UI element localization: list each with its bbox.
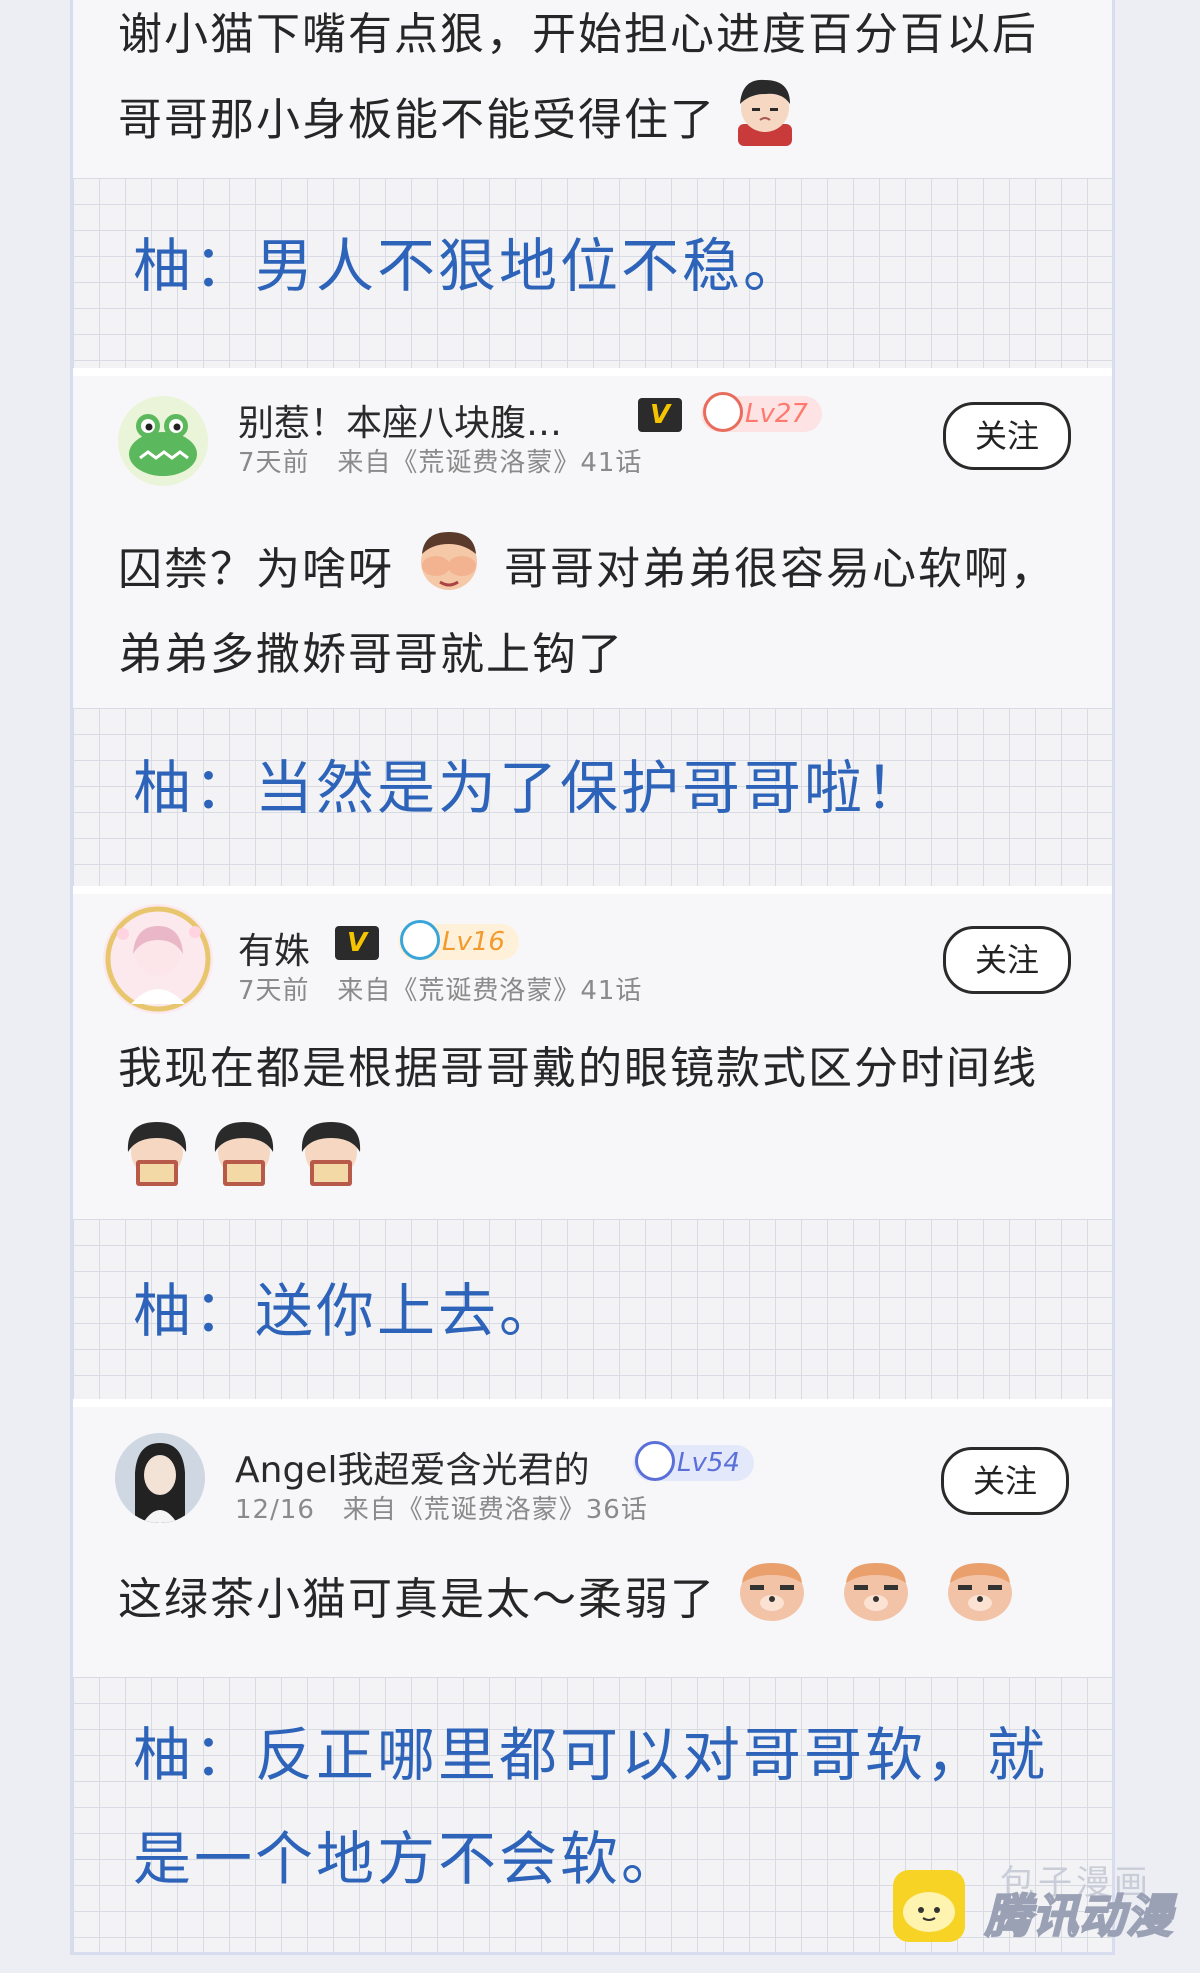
author-reply-panel: 柚：男人不狠地位不稳。 bbox=[73, 178, 1112, 368]
author-reply-panel: 柚：当然是为了保护哥哥啦！ bbox=[73, 708, 1112, 886]
vip-badge-icon: V bbox=[335, 926, 379, 960]
avatar[interactable] bbox=[118, 396, 208, 486]
comment-text: 哥哥对弟弟很容易心软啊， bbox=[504, 543, 1056, 595]
level-medal-icon bbox=[635, 1441, 675, 1481]
comment-time: 7天前 bbox=[238, 976, 310, 1006]
divider bbox=[73, 1399, 1112, 1407]
username[interactable]: 有姝 bbox=[238, 922, 310, 974]
dog-face-sticker-icon bbox=[732, 1553, 812, 1650]
watermark: 腾讯动漫 bbox=[984, 1888, 1173, 1944]
author-reply-text: 柚：当然是为了保护哥哥啦！ bbox=[133, 754, 927, 822]
comment-continued: 谢小猫下嘴有点狠，开始担心进度百分百以后 哥哥那小身板能不能受得住了 bbox=[73, 0, 1112, 175]
comment-meta: 12/16 来自《荒诞费洛蒙》36话 bbox=[235, 1489, 648, 1526]
comment-text-line: 谢小猫下嘴有点狠，开始担心进度百分百以后 bbox=[118, 9, 1038, 60]
follow-button[interactable]: 关注 bbox=[941, 1447, 1069, 1515]
comment-text: 这绿茶小猫可真是太～柔弱了 bbox=[118, 1573, 716, 1625]
comment-meta: 7天前 来自《荒诞费洛蒙》41话 bbox=[238, 442, 642, 479]
comment-text-line: 哥哥那小身板能不能受得住了 bbox=[118, 74, 798, 171]
level-text: Lv27 bbox=[745, 399, 808, 429]
sticker-row bbox=[118, 1116, 1072, 1196]
level-badge: Lv54 bbox=[633, 1441, 754, 1481]
reading-boy-sticker-icon bbox=[205, 1116, 283, 1196]
comment-text: 囚禁？为啥呀 bbox=[118, 543, 394, 595]
comment-meta: 7天前 来自《荒诞费洛蒙》41话 bbox=[238, 970, 642, 1007]
level-medal-icon bbox=[703, 392, 743, 432]
vip-badge-icon: V bbox=[638, 398, 682, 432]
comment-time: 7天前 bbox=[238, 448, 310, 478]
author-reply-panel: 柚：送你上去。 bbox=[73, 1219, 1112, 1399]
comment-item: 有姝 V Lv16 7天前 来自《荒诞费洛蒙》41话 关注 我现在都是根据哥哥戴… bbox=[73, 894, 1112, 1219]
dog-face-sticker-icon bbox=[940, 1553, 1020, 1650]
cover-eyes-sticker-icon bbox=[410, 524, 488, 619]
follow-button[interactable]: 关注 bbox=[943, 402, 1071, 470]
comment-feed: 谢小猫下嘴有点狠，开始担心进度百分百以后 哥哥那小身板能不能受得住了 柚：男人不… bbox=[70, 0, 1115, 1955]
comment-text: 哥哥那小身板能不能受得住了 bbox=[118, 94, 716, 146]
comment-time: 12/16 bbox=[235, 1495, 315, 1525]
comment-text-line: 囚禁？为啥呀 哥哥对弟弟很容易心软啊， bbox=[103, 524, 1072, 619]
level-badge: Lv16 bbox=[398, 920, 519, 960]
level-badge: Lv27 bbox=[701, 392, 822, 432]
level-text: Lv16 bbox=[442, 927, 505, 957]
author-reply-text: 柚：送你上去。 bbox=[133, 1277, 561, 1345]
divider bbox=[73, 368, 1112, 376]
username[interactable]: Angel我超爱含光君的 bbox=[235, 1441, 589, 1493]
comment-source[interactable]: 来自《荒诞费洛蒙》41话 bbox=[337, 976, 642, 1006]
author-reply-text: 柚：男人不狠地位不稳。 bbox=[133, 232, 805, 300]
reading-boy-sticker-icon bbox=[118, 1116, 196, 1196]
dog-face-sticker-icon bbox=[836, 1553, 916, 1650]
comment-item: 别惹！本座八块腹… V Lv27 7天前 来自《荒诞费洛蒙》41话 关注 囚禁？… bbox=[73, 376, 1112, 708]
reading-boy-sticker-icon bbox=[292, 1116, 370, 1196]
username[interactable]: 别惹！本座八块腹… bbox=[238, 394, 562, 446]
comment-text-line: 弟弟多撒娇哥哥就上钩了 bbox=[103, 616, 1072, 694]
comment-text-line: 我现在都是根据哥哥戴的眼镜款式区分时间线 bbox=[103, 1030, 1072, 1108]
author-reply-text: 柚：反正哪里都可以对哥哥软，就 bbox=[133, 1721, 1049, 1789]
avatar[interactable] bbox=[115, 1433, 205, 1523]
comment-source[interactable]: 来自《荒诞费洛蒙》36话 bbox=[343, 1495, 648, 1525]
level-medal-icon bbox=[400, 920, 440, 960]
comment-text: 弟弟多撒娇哥哥就上钩了 bbox=[118, 629, 624, 680]
comment-text: 我现在都是根据哥哥戴的眼镜款式区分时间线 bbox=[118, 1043, 1038, 1094]
level-text: Lv54 bbox=[677, 1448, 740, 1478]
boy-sticker-icon bbox=[732, 74, 798, 171]
comment-source[interactable]: 来自《荒诞费洛蒙》41话 bbox=[337, 448, 642, 478]
divider bbox=[73, 886, 1112, 894]
bun-logo-icon bbox=[893, 1870, 965, 1942]
comment-text-line: 这绿茶小猫可真是太～柔弱了 bbox=[103, 1553, 1072, 1650]
follow-button[interactable]: 关注 bbox=[943, 926, 1071, 994]
comment-item: Angel我超爱含光君的 Lv54 12/16 来自《荒诞费洛蒙》36话 关注 … bbox=[73, 1407, 1112, 1677]
avatar[interactable] bbox=[103, 904, 213, 1014]
